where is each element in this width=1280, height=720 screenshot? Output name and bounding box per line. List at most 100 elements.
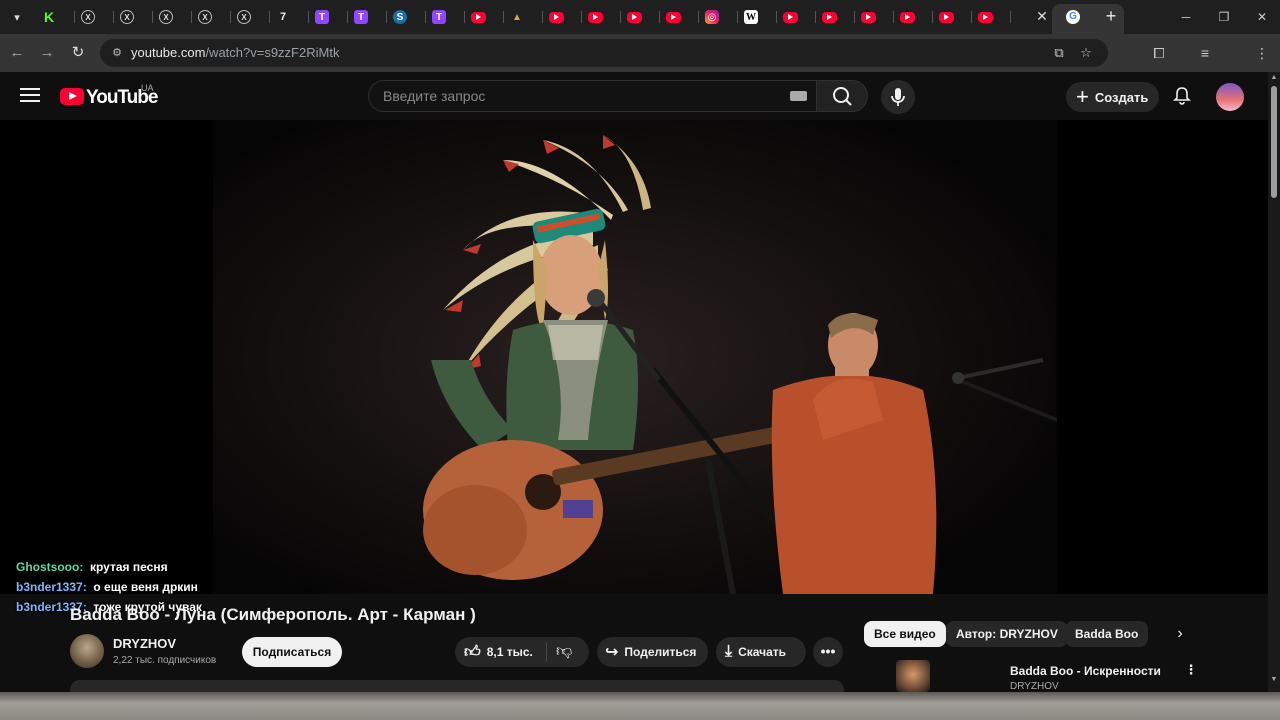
tab-separator [191, 11, 192, 23]
youtube-icon [939, 11, 954, 23]
video-frame[interactable] [213, 120, 1057, 594]
notifications-bell-icon[interactable] [1172, 86, 1192, 106]
tab-separator [737, 11, 738, 23]
install-app-icon[interactable]: ⧉ [1050, 45, 1068, 61]
recommendation-thumbnail[interactable] [896, 660, 930, 692]
tab-separator [74, 11, 75, 23]
minimize-button[interactable]: ─ [1167, 0, 1205, 34]
x-icon: X [81, 10, 95, 24]
x-icon: X [159, 10, 173, 24]
steam-icon: S [393, 10, 407, 24]
chat-message: Ghostsooo: крутая песня [16, 560, 202, 580]
extensions-puzzle-icon[interactable]: ⧠ [1149, 43, 1169, 63]
video-player[interactable] [0, 120, 1268, 594]
keyboard-icon[interactable] [790, 91, 807, 101]
channel-avatar[interactable] [70, 634, 104, 668]
chip-author[interactable]: Автор: DRYZHOV [946, 621, 1068, 647]
browser-tab[interactable] [545, 6, 584, 28]
media-controls-icon[interactable]: ≡ [1195, 43, 1215, 63]
forward-button[interactable]: → [36, 42, 58, 64]
browser-tab[interactable] [662, 6, 701, 28]
tab-separator [464, 11, 465, 23]
browser-tab[interactable] [818, 6, 857, 28]
more-actions-button[interactable]: ••• [813, 637, 843, 667]
address-bar[interactable]: ⚙ youtube.com/watch?v=s9zzF2RiMtk ⧉ ☆ [100, 39, 1108, 67]
browser-tab[interactable]: K [38, 6, 77, 28]
scroll-down-arrow-icon[interactable]: ▼ [1269, 676, 1279, 686]
country-code: UA [141, 83, 154, 93]
subscribe-button[interactable]: Подписаться [242, 637, 342, 667]
create-label: Создать [1094, 89, 1149, 105]
browser-tab[interactable] [974, 6, 1013, 28]
reload-button[interactable]: ↻ [67, 42, 89, 64]
channel-name[interactable]: DRYZHOV [113, 636, 176, 651]
browser-tab[interactable] [467, 6, 506, 28]
download-button[interactable]: ⤓ Скачать [716, 637, 806, 667]
download-icon: ⤓ [725, 643, 733, 660]
browser-tab[interactable]: X [233, 6, 272, 28]
browser-tab[interactable] [584, 6, 623, 28]
tab-separator [386, 11, 387, 23]
search-button[interactable] [816, 80, 868, 112]
tab-close-icon[interactable]: ✕ [1034, 8, 1050, 24]
twitch-icon: T [315, 10, 329, 24]
description-box[interactable] [70, 680, 844, 692]
scroll-up-arrow-icon[interactable]: ▲ [1269, 74, 1279, 84]
browser-tab[interactable] [623, 6, 662, 28]
chevron-right-icon[interactable]: › [1168, 622, 1192, 646]
search-icon [833, 87, 852, 106]
back-button[interactable]: ← [6, 42, 28, 64]
share-button[interactable]: ↪ Поделиться [597, 637, 708, 667]
browser-tab[interactable]: X [155, 6, 194, 28]
browser-tab[interactable]: 7 [272, 6, 311, 28]
browser-tab[interactable]: X [116, 6, 155, 28]
thumbs-down-icon[interactable]: 👎︎ [556, 642, 578, 662]
tab-separator [971, 11, 972, 23]
browser-tab[interactable] [779, 6, 818, 28]
share-arrow-icon: ↪ [605, 644, 619, 661]
browser-tab[interactable]: T [311, 6, 350, 28]
browser-tab[interactable]: ◎ [701, 6, 740, 28]
page-scrollbar-thumb[interactable] [1271, 86, 1277, 198]
browser-tab[interactable]: T [350, 6, 389, 28]
thumbs-up-icon[interactable]: 👍︎ [464, 643, 481, 662]
create-button[interactable]: + Создать [1066, 82, 1159, 112]
browser-tab[interactable] [896, 6, 935, 28]
url-text[interactable]: youtube.com/watch?v=s9zzF2RiMtk [131, 45, 339, 60]
site-info-icon[interactable]: ⚙ [110, 46, 124, 60]
tab-separator [308, 11, 309, 23]
guide-menu-icon[interactable] [20, 88, 40, 104]
search-input[interactable] [383, 88, 773, 104]
youtube-logo-icon[interactable] [60, 88, 84, 105]
browser-tab[interactable]: T [428, 6, 467, 28]
recommendation-title[interactable]: Badda Boo - Искренности [1010, 664, 1161, 678]
chat-text: о еще веня дркин [93, 580, 198, 594]
browser-tab[interactable]: S [389, 6, 428, 28]
concert-video-image [213, 120, 1057, 594]
browser-tab[interactable]: ▲ [506, 6, 545, 28]
close-window-button[interactable]: ✕ [1243, 0, 1280, 34]
x-icon: X [237, 10, 251, 24]
recommendation-menu-icon[interactable]: ⋮ [1183, 662, 1199, 682]
bookmark-star-icon[interactable]: ☆ [1077, 45, 1095, 61]
browser-tab[interactable] [935, 6, 974, 28]
search-box[interactable] [368, 80, 816, 112]
like-count[interactable]: 8,1 тыс. [487, 645, 533, 659]
restore-button[interactable]: ❐ [1205, 0, 1243, 34]
chip-all-videos[interactable]: Все видео [864, 621, 946, 647]
tab-separator [815, 11, 816, 23]
new-tab-button[interactable]: + [1101, 6, 1121, 26]
desktop-background-strip [0, 692, 1280, 720]
browser-tab[interactable]: X [194, 6, 233, 28]
tab-separator [776, 11, 777, 23]
recommendation-channel[interactable]: DRYZHOV [1010, 681, 1059, 692]
browser-menu-icon[interactable]: ⋮ [1252, 43, 1272, 63]
browser-tab[interactable] [857, 6, 896, 28]
browser-tab[interactable]: W [740, 6, 779, 28]
account-avatar[interactable] [1216, 83, 1244, 111]
tab-search-button[interactable]: ▾ [6, 7, 28, 27]
x-icon: X [198, 10, 212, 24]
browser-tab[interactable]: X [77, 6, 116, 28]
voice-search-button[interactable] [881, 80, 915, 114]
chip-badda-boo[interactable]: Badda Boo [1065, 621, 1149, 647]
